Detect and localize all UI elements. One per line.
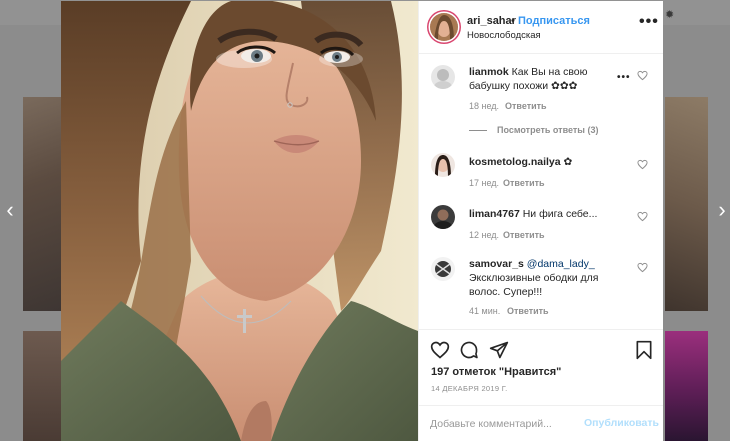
comment-username-link[interactable]: kosmetolog.nailya xyxy=(469,156,561,168)
portrait-image xyxy=(61,1,418,441)
comment-reply-button[interactable]: Ответить xyxy=(503,178,545,188)
comment-body: ✿ xyxy=(563,156,573,168)
comment-username-link[interactable]: samovar_s xyxy=(469,258,524,270)
post-modal: ari_sahar • Подписаться Новослободская •… xyxy=(61,1,663,441)
comment-text: kosmetolog.nailya ✿ xyxy=(469,155,629,169)
commenter-avatar-image xyxy=(431,153,455,177)
comment-icon[interactable] xyxy=(459,340,479,360)
post-options-icon[interactable]: ••• xyxy=(639,13,659,31)
comment-timestamp: 18 нед. xyxy=(469,101,500,111)
next-post-arrow-icon[interactable]: › xyxy=(712,198,730,222)
comment-timestamp: 12 нед. xyxy=(469,230,500,240)
post-actions-bar: 197 отметок "Нравится" 14 ДЕКАБРЯ 2019 Г… xyxy=(419,329,663,441)
commenter-avatar[interactable] xyxy=(431,153,455,177)
commenter-avatar[interactable] xyxy=(431,65,455,89)
comment-username-link[interactable]: lianmok xyxy=(469,66,509,78)
post-header: ari_sahar • Подписаться Новослободская •… xyxy=(419,1,663,54)
comment-reply-button[interactable]: Ответить xyxy=(505,101,547,111)
likes-count[interactable]: 197 отметок "Нравится" xyxy=(431,366,561,378)
comment-body: Эксклюзивные ободки для волос. Супер!!! xyxy=(469,272,599,298)
author-username-link[interactable]: ari_sahar xyxy=(467,15,516,27)
header-separator: • xyxy=(511,15,515,27)
comment-text: samovar_s @dama_lady_ Эксклюзивные ободк… xyxy=(469,257,629,299)
view-replies-line xyxy=(469,130,487,132)
comment-username-link[interactable]: liman4767 xyxy=(469,208,520,220)
heart-icon[interactable] xyxy=(430,340,450,360)
comment-like-heart-icon[interactable] xyxy=(637,211,648,222)
post-date: 14 ДЕКАБРЯ 2019 Г. xyxy=(431,384,508,393)
commenter-avatar-image xyxy=(431,257,455,281)
view-replies-button[interactable]: Посмотреть ответы (3) xyxy=(469,125,598,135)
background-thumbnail xyxy=(23,97,61,311)
bookmark-icon[interactable] xyxy=(634,340,654,360)
post-side-panel: ari_sahar • Подписаться Новослободская •… xyxy=(418,1,663,441)
comment-like-heart-icon[interactable] xyxy=(637,159,648,170)
post-location-link[interactable]: Новослободская xyxy=(467,30,541,41)
comment-options-icon[interactable]: ••• xyxy=(617,72,631,83)
commenter-avatar-image xyxy=(431,65,455,89)
background-thumbnail xyxy=(665,97,708,311)
comment-like-heart-icon[interactable] xyxy=(637,262,648,273)
author-avatar-image xyxy=(430,13,458,41)
commenter-avatar[interactable] xyxy=(431,205,455,229)
comment-text: lianmok Как Вы на свою бабушку похожи ✿✿… xyxy=(469,65,629,93)
add-comment-form: Опубликовать xyxy=(419,405,663,441)
post-photo xyxy=(61,1,418,441)
author-avatar[interactable] xyxy=(430,13,458,41)
follow-button[interactable]: Подписаться xyxy=(518,15,590,27)
comment-like-heart-icon[interactable] xyxy=(637,70,648,81)
comment-input[interactable] xyxy=(430,416,580,432)
share-icon[interactable] xyxy=(489,340,509,360)
background-thumbnail xyxy=(23,331,61,441)
comment-body: Ни фига себе... xyxy=(522,208,598,220)
commenter-avatar[interactable] xyxy=(431,257,455,281)
previous-post-arrow-icon[interactable]: ‹ xyxy=(0,198,20,222)
comment-reply-button[interactable]: Ответить xyxy=(503,230,545,240)
background-thumbnail xyxy=(665,331,708,441)
comment-text: liman4767 Ни фига себе... xyxy=(469,207,629,221)
commenter-avatar-image xyxy=(431,205,455,229)
comment-mention-link[interactable]: @dama_lady_ xyxy=(527,258,595,270)
view-replies-label: Посмотреть ответы (3) xyxy=(497,125,599,135)
comment-timestamp: 41 мин. xyxy=(469,306,501,316)
background-settings-icon: ✹ xyxy=(665,9,675,21)
publish-button[interactable]: Опубликовать xyxy=(584,417,659,429)
comment-reply-button[interactable]: Ответить xyxy=(507,306,549,316)
comment-timestamp: 17 нед. xyxy=(469,178,500,188)
